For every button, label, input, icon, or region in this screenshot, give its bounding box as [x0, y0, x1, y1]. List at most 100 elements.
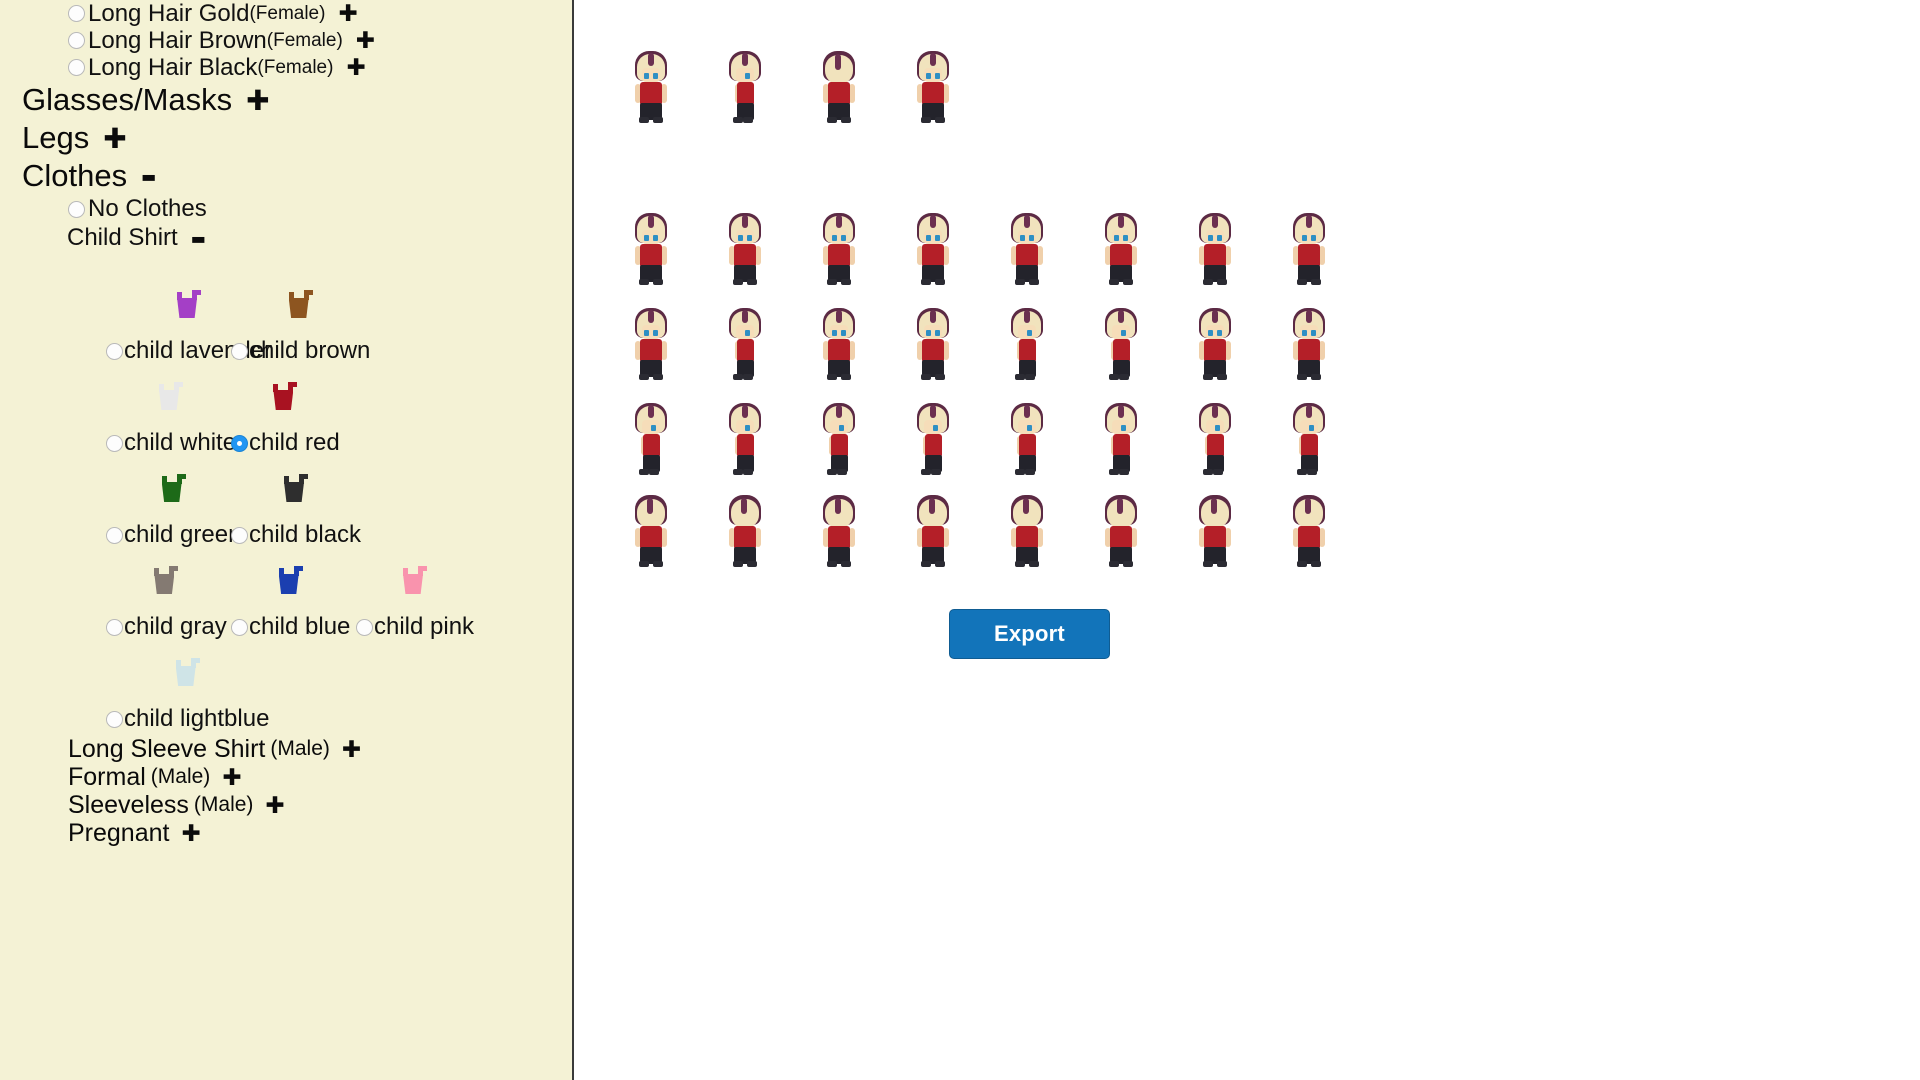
shirt-color-option[interactable]: child pink — [356, 562, 474, 641]
expand-toggle-icon[interactable]: ✚ — [181, 822, 200, 846]
sprite-cell — [792, 403, 886, 475]
child-shirt-header[interactable]: Child Shirt ▬ — [0, 223, 572, 253]
shirt-color-label-row[interactable]: child gray — [106, 613, 227, 641]
expand-toggle-icon[interactable]: ✚ — [265, 794, 284, 818]
clothes-subcategory-qualifier: (Male) — [270, 737, 330, 760]
clothes-subcategory-row[interactable]: Formal (Male) ✚ — [0, 763, 572, 791]
expand-toggle-icon[interactable]: ✚ — [246, 87, 269, 115]
character-sprite — [1101, 308, 1141, 380]
sprite-cell — [604, 308, 698, 380]
sprite-cell — [698, 51, 792, 123]
shirt-color-row: child lavender child brown — [0, 273, 572, 365]
sprite-cell — [698, 495, 792, 567]
hair-option-qualifier: (Female) — [249, 2, 326, 24]
shirt-color-radio[interactable] — [231, 526, 248, 544]
shirt-color-label: child gray — [124, 613, 227, 640]
collapse-toggle-icon[interactable]: ▬ — [141, 169, 156, 185]
character-sprite — [1007, 495, 1047, 567]
hair-option-label: Long Hair Gold — [88, 0, 250, 27]
export-button[interactable]: Export — [949, 609, 1110, 659]
clothes-subcategory-qualifier: (Male) — [193, 793, 254, 816]
collapse-toggle-icon[interactable]: ▬ — [191, 231, 206, 247]
shirt-color-label-row[interactable]: child lightblue — [106, 705, 269, 733]
expand-toggle-icon[interactable]: ✚ — [338, 3, 357, 26]
shirt-color-radio[interactable] — [356, 618, 373, 636]
shirt-color-option[interactable]: child red — [231, 378, 340, 457]
shirt-color-radio[interactable] — [231, 618, 248, 636]
character-sprite — [1195, 213, 1235, 285]
expand-toggle-icon[interactable]: ✚ — [342, 738, 361, 762]
category-header[interactable]: Clothes ▬ — [0, 157, 572, 195]
sprite-preview-panel: Export — [574, 0, 1920, 1080]
expand-toggle-icon[interactable]: ✚ — [222, 766, 241, 790]
clothes-subcategory-row[interactable]: Sleeveless (Male) ✚ — [0, 791, 572, 819]
sprite-cell — [792, 51, 886, 123]
category-header[interactable]: Legs ✚ — [0, 119, 572, 157]
hair-options-group: Long Hair Gold (Female) ✚ Long Hair Brown (F… — [0, 0, 572, 81]
hair-option-radio[interactable] — [68, 32, 85, 49]
character-sprite — [631, 213, 671, 285]
shirt-color-label-row[interactable]: child red — [231, 429, 340, 457]
shirt-color-radio[interactable] — [106, 434, 123, 452]
no-clothes-radio[interactable] — [68, 200, 85, 218]
shirt-color-option[interactable]: child blue — [231, 562, 350, 641]
shirt-color-radio[interactable] — [231, 434, 248, 452]
shirt-color-label: child pink — [374, 613, 475, 640]
sprite-cell — [1262, 213, 1356, 285]
shirt-color-label-row[interactable]: child black — [231, 521, 361, 549]
shirt-color-option[interactable]: child gray — [106, 562, 227, 641]
shirt-color-label-row[interactable]: child white — [106, 429, 236, 457]
shirt-color-option[interactable]: child white — [106, 378, 236, 457]
character-sprite — [913, 213, 953, 285]
expand-toggle-icon[interactable]: ✚ — [103, 125, 126, 153]
shirt-color-radio[interactable] — [231, 342, 248, 360]
sprite-cell — [980, 308, 1074, 380]
expand-toggle-icon[interactable]: ✚ — [346, 57, 365, 80]
options-tree: Long Hair Gold (Female) ✚ Long Hair Brown (F… — [0, 0, 572, 847]
no-clothes-row[interactable]: No Clothes — [0, 195, 572, 223]
shirt-swatch-icon — [397, 562, 433, 598]
shirt-color-option[interactable]: child lightblue — [106, 654, 269, 733]
expand-toggle-icon[interactable]: ✚ — [356, 30, 375, 53]
hair-option-radio[interactable] — [68, 59, 85, 76]
shirt-color-option[interactable]: child brown — [231, 286, 370, 365]
category-header[interactable]: Glasses/Masks ✚ — [0, 81, 572, 119]
child-shirt-label: Child Shirt — [67, 224, 178, 251]
hair-option-row[interactable]: Long Hair Gold (Female) ✚ — [0, 0, 572, 27]
shirt-color-label-row[interactable]: child green — [106, 521, 241, 549]
character-sprite — [1101, 403, 1141, 475]
shirt-color-label-row[interactable]: child brown — [231, 337, 370, 365]
sprite-cell — [886, 403, 980, 475]
shirt-color-radio[interactable] — [106, 710, 123, 728]
clothes-subcategory-list: Long Sleeve Shirt (Male) ✚ Formal (Male) ✚ Sle… — [0, 735, 572, 847]
character-sprite — [725, 213, 765, 285]
sprite-cell — [1168, 403, 1262, 475]
character-sprite — [1195, 495, 1235, 567]
clothes-subcategory-row[interactable]: Long Sleeve Shirt (Male) ✚ — [0, 735, 572, 763]
character-sprite — [1289, 403, 1329, 475]
hair-option-radio[interactable] — [68, 5, 85, 22]
category-label: Glasses/Masks — [22, 82, 233, 117]
shirt-color-radio[interactable] — [106, 618, 123, 636]
shirt-color-radio[interactable] — [106, 342, 123, 360]
shirt-color-label: child lightblue — [124, 705, 270, 732]
shirt-color-label-row[interactable]: child pink — [356, 613, 474, 641]
character-sprite — [819, 403, 859, 475]
hair-option-row[interactable]: Long Hair Black (Female) ✚ — [0, 54, 572, 81]
shirt-color-radio[interactable] — [106, 526, 123, 544]
character-sprite — [725, 51, 765, 123]
shirt-color-option[interactable]: child green — [106, 470, 241, 549]
character-sprite — [819, 495, 859, 567]
character-sprite — [819, 308, 859, 380]
shirt-color-option[interactable]: child black — [231, 470, 361, 549]
clothes-subcategory-row[interactable]: Pregnant ✚ — [0, 819, 572, 847]
sprite-cell — [604, 495, 698, 567]
character-sprite — [1289, 308, 1329, 380]
shirt-color-label: child red — [249, 429, 340, 456]
character-sprite — [1101, 213, 1141, 285]
sprite-cell — [1168, 495, 1262, 567]
shirt-color-label-row[interactable]: child blue — [231, 613, 350, 641]
hair-option-row[interactable]: Long Hair Brown (Female) ✚ — [0, 27, 572, 54]
shirt-swatch-icon — [267, 378, 303, 414]
sprite-cell — [604, 213, 698, 285]
